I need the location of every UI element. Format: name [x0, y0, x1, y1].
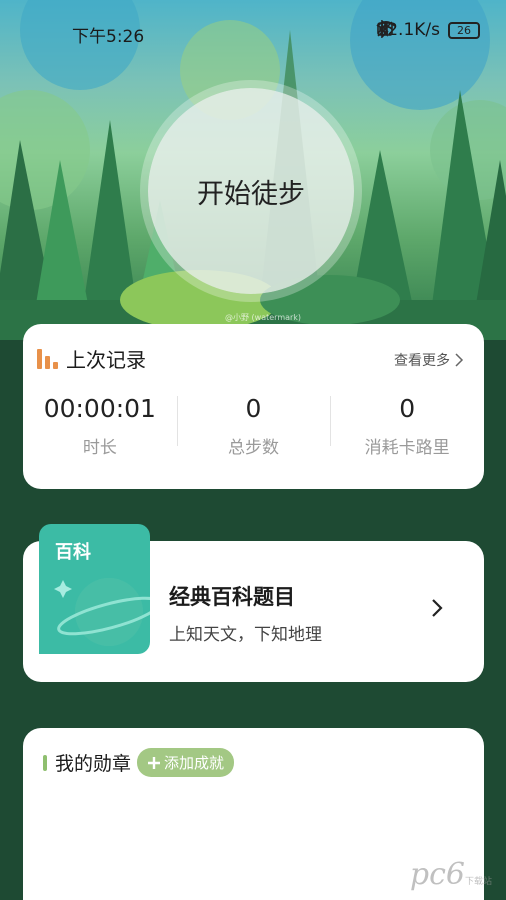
bar-chart-icon	[37, 348, 58, 369]
wiki-title: 经典百科题目	[169, 585, 295, 609]
stat-value: 0	[245, 394, 262, 423]
planet-icon	[54, 578, 150, 646]
hero-forest-banner: 下午5:26 12.1K/s 26 开始徒步 @小野 (watermark)	[0, 0, 506, 340]
stat-label: 消耗卡路里	[364, 438, 450, 458]
medals-title: 我的勋章	[55, 753, 132, 775]
medals-accent-bar	[43, 754, 47, 771]
medals-header: 我的勋章 添加成就	[43, 748, 235, 777]
last-record-card: 上次记录 查看更多 00:00:01 时长 0 总步数 0 消耗卡路里	[23, 324, 484, 489]
hero-credit: @小野 (watermark)	[225, 313, 302, 322]
plus-icon	[148, 756, 161, 769]
pc6-watermark: pc6下载站	[410, 857, 492, 892]
watermark-small: 下载站	[464, 877, 492, 887]
view-more-label: 查看更多	[394, 353, 450, 369]
battery-icon: 26	[448, 21, 480, 39]
stat-duration: 00:00:01 时长	[23, 394, 177, 458]
record-stats: 00:00:01 时长 0 总步数 0 消耗卡路里	[23, 394, 484, 458]
stat-value: 00:00:01	[43, 394, 156, 423]
status-bar: 下午5:26 12.1K/s 26	[0, 0, 506, 62]
chevron-right-icon	[455, 353, 464, 367]
stat-label: 时长	[82, 438, 117, 458]
add-achievement-label: 添加成就	[164, 754, 225, 772]
stat-value: 0	[399, 394, 416, 423]
watermark-text: pc6	[409, 857, 465, 892]
add-achievement-button[interactable]: 添加成就	[137, 748, 235, 777]
wiki-subtitle: 上知天文，下知地理	[169, 625, 322, 645]
last-record-title: 上次记录	[66, 348, 146, 372]
stat-steps: 0 总步数	[176, 394, 331, 458]
stat-calories: 0 消耗卡路里	[330, 394, 484, 458]
chevron-right-icon[interactable]	[430, 597, 444, 619]
stat-label: 总步数	[228, 438, 279, 458]
wifi-icon	[376, 21, 397, 35]
status-time: 下午5:26	[72, 27, 145, 47]
start-hike-button[interactable]: 开始徒步	[148, 88, 354, 294]
wiki-tile: 百科	[39, 524, 150, 654]
status-icons: 12.1K/s 26	[376, 20, 480, 40]
last-record-header: 上次记录	[37, 344, 146, 373]
view-more-link[interactable]: 查看更多	[394, 350, 464, 370]
